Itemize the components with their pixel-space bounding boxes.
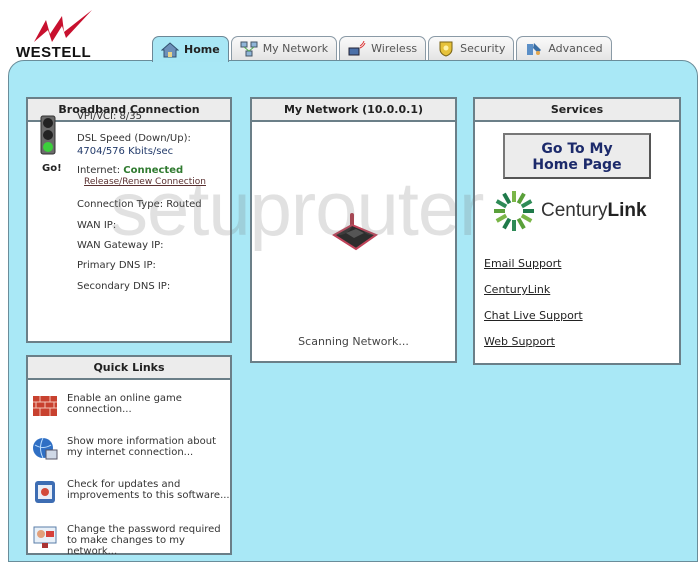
dsl-speed-value: 4704/576 Kbits/sec	[77, 146, 174, 157]
quick-link-internet-info[interactable]: Show more information about my internet …	[28, 434, 228, 474]
go-status-label: Go!	[42, 163, 62, 174]
scanning-status: Scanning Network...	[298, 335, 409, 348]
traffic-light-go-icon	[40, 115, 56, 155]
router-icon	[332, 213, 379, 251]
advanced-tools-icon	[527, 42, 542, 55]
firewall-icon	[33, 396, 57, 416]
quick-link-text: Change the password required to make cha…	[67, 524, 221, 557]
security-shield-icon	[439, 41, 453, 57]
quick-link-check-updates[interactable]: Check for updates and improvements to th…	[28, 477, 230, 517]
connection-type: Connection Type: Routed	[77, 199, 202, 210]
quick-link-game-connection[interactable]: Enable an online game connection...	[28, 391, 228, 431]
tab-my-network[interactable]: My Network	[230, 36, 338, 60]
go-to-home-page-button[interactable]: Go To My Home Page	[503, 133, 651, 179]
centurylink-burst-icon	[494, 191, 534, 231]
tab-security-label: Security	[460, 42, 506, 55]
centurylink-link[interactable]: CenturyLink	[484, 283, 550, 296]
tab-my-network-label: My Network	[262, 42, 329, 55]
quick-link-text: Check for updates and improvements to th…	[67, 479, 230, 501]
tab-wireless-label: Wireless	[371, 42, 418, 55]
my-network-title: My Network (10.0.0.1)	[252, 99, 455, 122]
services-title: Services	[475, 99, 679, 122]
chat-live-support-link[interactable]: Chat Live Support	[484, 309, 583, 322]
web-support-link[interactable]: Web Support	[484, 335, 555, 348]
westell-logo-mark-icon	[34, 10, 92, 42]
network-icon	[240, 41, 258, 56]
westell-logo: WESTELL	[14, 8, 124, 61]
quick-links-panel: Quick Links Enable an online game connec…	[26, 355, 232, 557]
home-icon	[161, 41, 179, 57]
internet-label: Internet:	[77, 165, 121, 176]
update-icon	[35, 481, 55, 503]
quick-link-change-password[interactable]: Change the password required to make cha…	[28, 522, 228, 562]
centurylink-logo: Century Link	[493, 191, 647, 231]
primary-dns-ip: Primary DNS IP:	[77, 260, 156, 271]
internet-status-row: Internet: Connected	[77, 165, 183, 176]
tab-home-label: Home	[184, 43, 220, 56]
services-panel: Services Go To My Home Page Century Link E…	[473, 97, 681, 365]
tab-wireless[interactable]: Wireless	[339, 36, 427, 60]
my-network-panel: My Network (10.0.0.1) Scanning Network..…	[250, 97, 457, 363]
wan-ip: WAN IP:	[77, 220, 117, 231]
brand-name: WESTELL	[16, 44, 92, 61]
quick-link-text: Enable an online game connection...	[67, 393, 182, 415]
centurylink-logo-text-b: Link	[607, 200, 647, 221]
globe-icon	[33, 437, 58, 460]
tab-security[interactable]: Security	[428, 36, 515, 60]
wireless-icon	[348, 40, 366, 55]
password-icon	[33, 526, 57, 548]
centurylink-logo-text-a: Century	[541, 200, 608, 221]
tab-advanced-label: Advanced	[548, 42, 603, 55]
nav-tabs: Home My Network Wireless Security Advanc…	[152, 36, 614, 62]
vpi-vci: VPI/VCI: 8/35	[77, 111, 142, 122]
broadband-connection-panel: Broadband Connection Go! VPI/VCI: 8/35 D…	[26, 97, 232, 343]
quick-links-title: Quick Links	[28, 357, 230, 380]
wan-gateway-ip: WAN Gateway IP:	[77, 240, 164, 251]
tab-home[interactable]: Home	[152, 36, 229, 62]
email-support-link[interactable]: Email Support	[484, 257, 562, 270]
quick-link-text: Show more information about my internet …	[67, 436, 216, 458]
tab-advanced[interactable]: Advanced	[516, 36, 612, 60]
internet-status: Connected	[123, 165, 184, 176]
dsl-speed-label: DSL Speed (Down/Up):	[77, 133, 191, 144]
release-renew-link[interactable]: Release/Renew Connection	[84, 177, 206, 187]
secondary-dns-ip: Secondary DNS IP:	[77, 281, 171, 292]
